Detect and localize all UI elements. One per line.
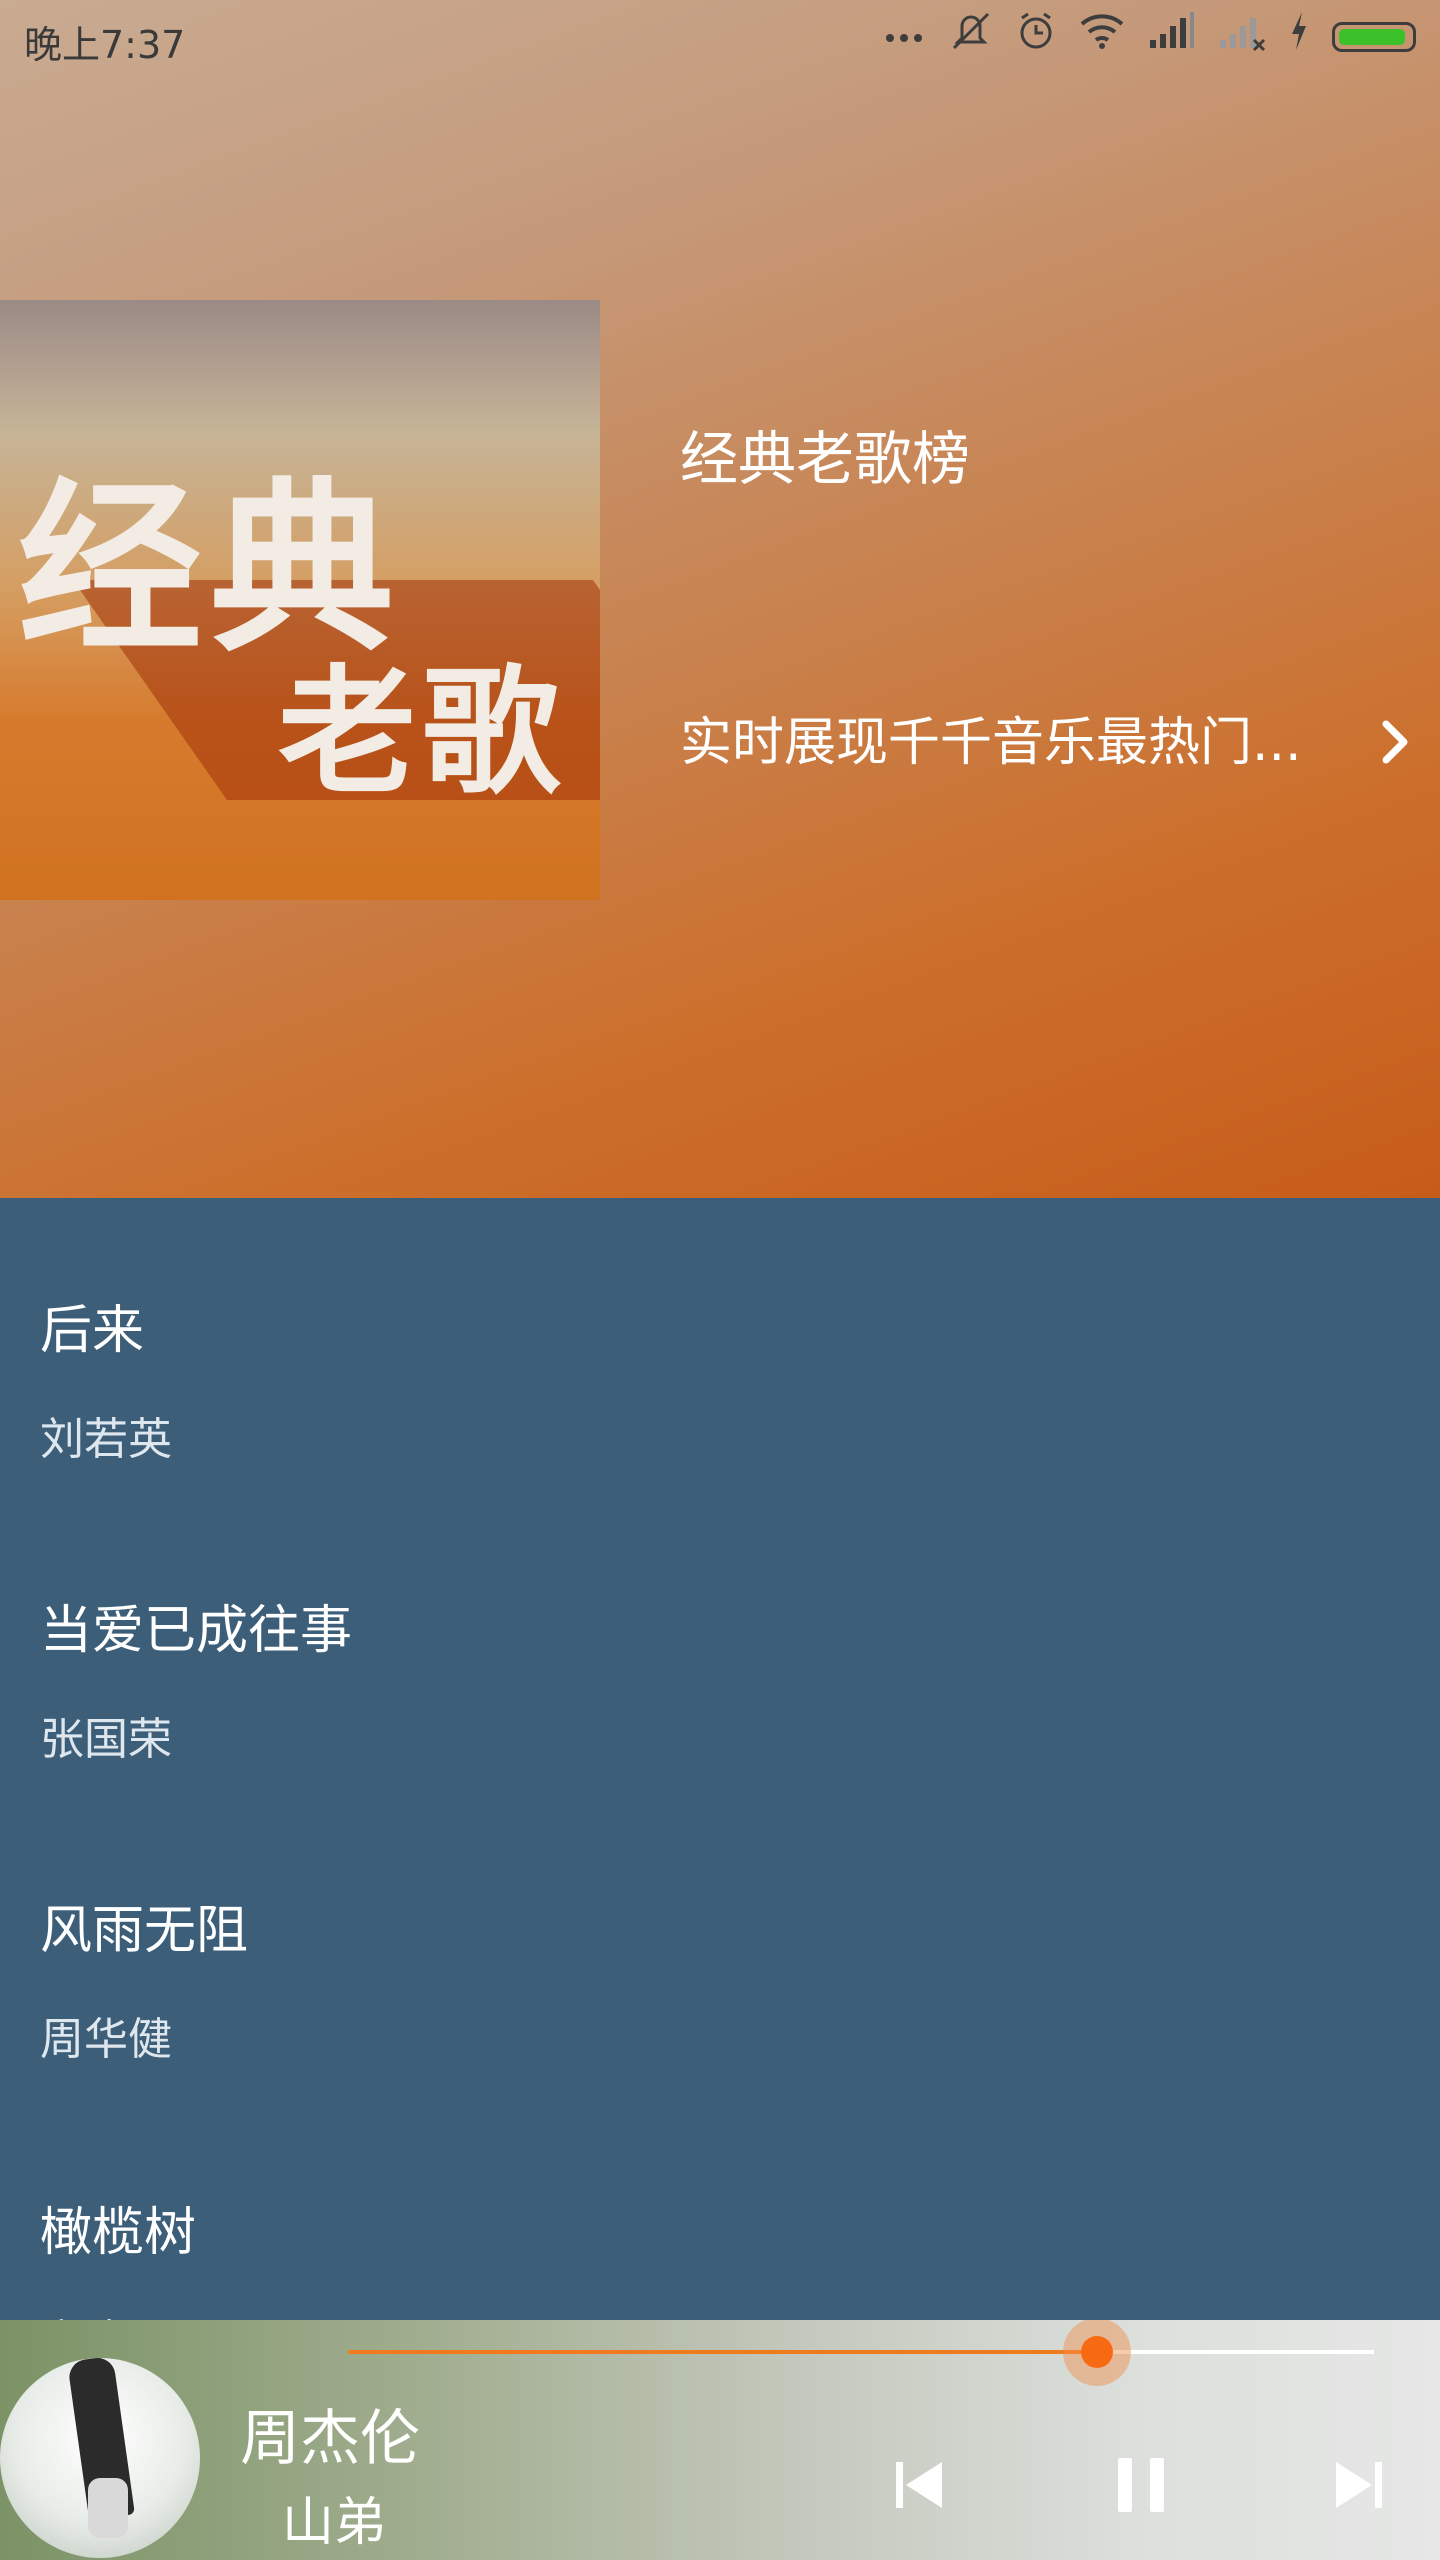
mute-vibrate-icon <box>948 8 994 66</box>
song-artist: 刘若英 <box>40 1414 172 1465</box>
wifi-icon <box>1078 8 1126 66</box>
next-icon[interactable] <box>1324 2450 1394 2520</box>
chart-description[interactable]: 实时展现千千音乐最热门... <box>680 700 1302 775</box>
signal-icon <box>1148 8 1196 66</box>
status-bar: 晚上7:37 <box>0 0 1440 72</box>
battery-level <box>1339 29 1405 45</box>
pause-icon[interactable] <box>1106 2450 1176 2520</box>
more-dots-icon <box>882 8 926 66</box>
charging-icon <box>1288 8 1310 66</box>
chart-title: 经典老歌榜 <box>680 425 971 493</box>
progress-bar[interactable] <box>348 2320 1374 2386</box>
cover-text-line2: 老歌 <box>278 652 567 813</box>
chart-header: 晚上7:37 经典 老歌 经典老歌榜 实时展现千千音乐最热门... <box>0 0 1440 1198</box>
song-title: 橄榄树 <box>40 2203 197 2263</box>
song-artist: 周华健 <box>40 2014 172 2065</box>
alarm-icon <box>1016 8 1056 66</box>
mini-player[interactable]: 周杰伦 山弟 <box>0 2320 1440 2560</box>
album-art[interactable] <box>0 2358 200 2558</box>
player-song: 山弟 <box>282 2493 387 2553</box>
status-time: 晚上7:37 <box>24 23 186 67</box>
signal-off-icon <box>1218 8 1266 66</box>
list-item[interactable]: 后来 刘若英 <box>40 1288 1400 1467</box>
list-item[interactable]: 风雨无阻 周华健 <box>40 1888 1400 2067</box>
chart-cover-image[interactable]: 经典 老歌 <box>0 300 600 900</box>
player-artist: 周杰伦 <box>240 2404 420 2474</box>
song-artist: 张国荣 <box>40 1714 172 1765</box>
album-art-figure-body <box>88 2478 128 2538</box>
previous-icon[interactable] <box>884 2450 954 2520</box>
status-icons <box>882 12 1416 60</box>
chevron-right-icon[interactable] <box>1364 712 1424 772</box>
progress-knob[interactable] <box>1062 2320 1131 2386</box>
song-artist: 齐豫 <box>40 2305 1400 2320</box>
song-title: 当爱已成往事 <box>40 1601 353 1661</box>
list-item[interactable]: 当爱已成往事 张国荣 <box>40 1588 1400 1767</box>
song-list[interactable]: 后来 刘若英 当爱已成往事 张国荣 风雨无阻 周华健 橄榄树 齐豫 <box>0 1198 1440 2320</box>
song-title: 风雨无阻 <box>40 1901 249 1961</box>
battery-icon <box>1332 22 1416 52</box>
list-item[interactable]: 橄榄树 齐豫 <box>40 2190 1400 2320</box>
song-title: 后来 <box>40 1301 145 1361</box>
progress-fill <box>348 2350 1097 2354</box>
